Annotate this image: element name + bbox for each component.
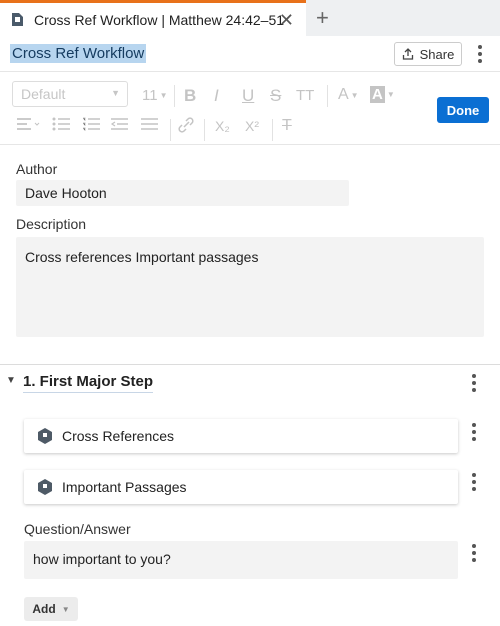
tab-bar: Cross Ref Workflow | Matthew 24:42–51 ✕ … bbox=[0, 0, 500, 36]
outdent-icon[interactable] bbox=[110, 117, 128, 131]
link-icon[interactable] bbox=[178, 117, 194, 133]
section-divider bbox=[0, 364, 500, 365]
question-menu-icon[interactable] bbox=[466, 543, 482, 563]
add-button[interactable]: Add ▼ bbox=[24, 597, 78, 621]
indent-icon[interactable] bbox=[140, 117, 158, 131]
toolbar-divider bbox=[327, 85, 328, 107]
step-title[interactable]: 1. First Major Step bbox=[23, 373, 154, 393]
font-size-select[interactable]: 11 ▼ bbox=[142, 87, 168, 104]
step-item-cross-references[interactable]: Cross References bbox=[24, 419, 458, 453]
subscript-icon[interactable]: X₂ bbox=[215, 118, 230, 134]
document-tab[interactable]: Cross Ref Workflow | Matthew 24:42–51 ✕ bbox=[0, 0, 306, 36]
collapse-caret-icon[interactable]: ▼ bbox=[6, 375, 16, 386]
description-label: Description bbox=[16, 216, 87, 232]
toolbar-divider bbox=[174, 85, 175, 107]
italic-icon[interactable]: I bbox=[214, 86, 219, 106]
add-label: Add bbox=[32, 602, 56, 616]
formatting-toolbar: Default ▼ 11 ▼ B I U S TT A ▼ A ▼ Done X₂ X… bbox=[0, 73, 500, 145]
close-icon[interactable]: ✕ bbox=[279, 10, 294, 31]
font-color-icon[interactable]: A ▼ bbox=[338, 86, 359, 104]
tab-title: Cross Ref Workflow | Matthew 24:42–51 bbox=[34, 11, 285, 28]
text-size-icon[interactable]: TT bbox=[296, 87, 314, 104]
toolbar-divider bbox=[204, 119, 205, 141]
author-field[interactable]: Dave Hooton bbox=[16, 180, 349, 206]
item-menu-icon[interactable] bbox=[466, 472, 482, 492]
superscript-icon[interactable]: X² bbox=[245, 118, 259, 134]
question-answer-field[interactable]: how important to you? bbox=[24, 541, 458, 579]
question-answer-label: Question/Answer bbox=[24, 521, 131, 537]
bold-icon[interactable]: B bbox=[184, 86, 196, 106]
highlight-color-icon[interactable]: A ▼ bbox=[370, 86, 395, 103]
paragraph-style-value: Default bbox=[21, 86, 66, 102]
share-icon bbox=[402, 48, 413, 60]
step-menu-icon[interactable] bbox=[466, 373, 482, 393]
chevron-down-icon: ▼ bbox=[61, 604, 70, 614]
done-button[interactable]: Done bbox=[437, 97, 489, 123]
underline-icon[interactable]: U bbox=[242, 86, 254, 106]
resource-icon bbox=[38, 479, 52, 495]
item-menu-icon[interactable] bbox=[466, 422, 482, 442]
clear-formatting-icon[interactable]: T bbox=[282, 117, 292, 135]
toolbar-divider bbox=[272, 119, 273, 141]
document-title[interactable]: Cross Ref Workflow bbox=[10, 44, 147, 63]
paragraph-style-select[interactable]: Default ▼ bbox=[12, 81, 128, 107]
share-button[interactable]: Share bbox=[394, 42, 462, 66]
chevron-down-icon: ▼ bbox=[111, 88, 120, 98]
add-tab-icon[interactable]: + bbox=[316, 5, 329, 31]
document-icon bbox=[10, 12, 24, 28]
step-item-label: Important Passages bbox=[62, 479, 187, 495]
document-menu-icon[interactable] bbox=[472, 44, 488, 64]
step-item-important-passages[interactable]: Important Passages bbox=[24, 470, 458, 504]
title-row: Cross Ref Workflow Share bbox=[0, 36, 500, 72]
strikethrough-icon[interactable]: S bbox=[270, 86, 281, 106]
resource-icon bbox=[38, 428, 52, 444]
numbered-list-icon[interactable] bbox=[82, 117, 100, 131]
author-label: Author bbox=[16, 161, 58, 177]
toolbar-divider bbox=[170, 119, 171, 141]
step-item-label: Cross References bbox=[62, 428, 175, 444]
align-icon[interactable] bbox=[16, 117, 40, 131]
share-label: Share bbox=[419, 46, 455, 62]
bulleted-list-icon[interactable] bbox=[52, 117, 70, 131]
description-field[interactable]: Cross references Important passages bbox=[16, 237, 484, 337]
